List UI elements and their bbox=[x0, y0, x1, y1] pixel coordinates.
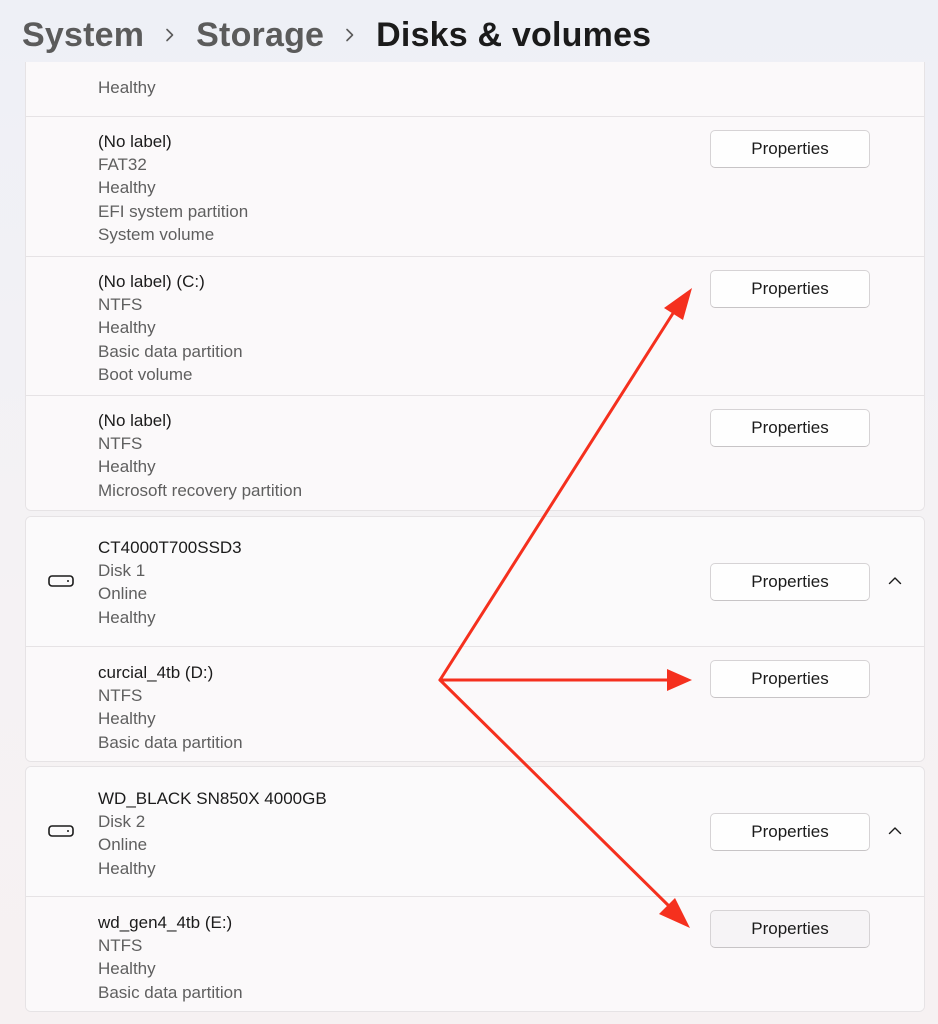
properties-button[interactable]: Properties bbox=[710, 660, 870, 698]
volume-status: Healthy bbox=[98, 318, 156, 338]
volume-partition-type: Basic data partition bbox=[98, 982, 243, 1002]
disk-0-card: Healthy (No label) FAT32 Healthy EFI sys… bbox=[25, 62, 925, 511]
volume-role: System volume bbox=[98, 224, 215, 244]
disk-1-card: CT4000T700SSD3 Disk 1 Online Healthy Pro… bbox=[25, 516, 925, 762]
volume-row: curcial_4tb (D:) NTFS Healthy Basic data… bbox=[26, 646, 924, 761]
properties-button[interactable]: Properties bbox=[710, 270, 870, 308]
chevron-up-icon[interactable] bbox=[886, 822, 904, 840]
disk-number: Disk 2 bbox=[98, 812, 146, 832]
settings-page: System Storage Disks & volumes Healthy (… bbox=[0, 0, 938, 1024]
volume-status: Healthy bbox=[98, 78, 156, 97]
disk-state: Online bbox=[98, 584, 148, 604]
volume-name: wd_gen4_4tb (E:) bbox=[98, 913, 233, 932]
properties-button[interactable]: Properties bbox=[710, 813, 870, 851]
volume-row: Healthy bbox=[26, 62, 924, 116]
breadcrumb-system[interactable]: System bbox=[22, 16, 144, 55]
disk-name: CT4000T700SSD3 bbox=[98, 538, 242, 557]
volume-status: Healthy bbox=[98, 457, 156, 477]
breadcrumb: System Storage Disks & volumes bbox=[22, 12, 651, 58]
disk-header-row[interactable]: WD_BLACK SN850X 4000GB Disk 2 Online Hea… bbox=[26, 767, 924, 896]
disk-header-row[interactable]: CT4000T700SSD3 Disk 1 Online Healthy Pro… bbox=[26, 517, 924, 646]
disk-number: Disk 1 bbox=[98, 561, 146, 581]
properties-button[interactable]: Properties bbox=[710, 130, 870, 168]
disk-2-card: WD_BLACK SN850X 4000GB Disk 2 Online Hea… bbox=[25, 766, 925, 1012]
volume-filesystem: NTFS bbox=[98, 686, 143, 706]
volume-partition-type: Microsoft recovery partition bbox=[98, 480, 303, 500]
volume-status: Healthy bbox=[98, 709, 156, 729]
volume-row: (No label) NTFS Healthy Microsoft recove… bbox=[26, 395, 924, 510]
chevron-up-icon[interactable] bbox=[886, 572, 904, 590]
volume-name: curcial_4tb (D:) bbox=[98, 663, 214, 682]
volume-partition-type: Basic data partition bbox=[98, 732, 243, 752]
volume-partition-type: Basic data partition bbox=[98, 341, 243, 361]
volume-row: wd_gen4_4tb (E:) NTFS Healthy Basic data… bbox=[26, 896, 924, 1011]
volume-filesystem: NTFS bbox=[98, 295, 143, 315]
properties-button[interactable]: Properties bbox=[710, 409, 870, 447]
volume-name: (No label) bbox=[98, 411, 172, 430]
page-title: Disks & volumes bbox=[376, 15, 652, 54]
volume-role: Boot volume bbox=[98, 364, 193, 384]
volume-name: (No label) (C:) bbox=[98, 272, 205, 291]
volume-name: (No label) bbox=[98, 132, 172, 151]
volume-filesystem: NTFS bbox=[98, 936, 143, 956]
drive-icon bbox=[48, 575, 74, 587]
volume-partition-type: EFI system partition bbox=[98, 201, 249, 221]
properties-button[interactable]: Properties bbox=[710, 563, 870, 601]
volume-filesystem: NTFS bbox=[98, 434, 143, 454]
properties-button[interactable]: Properties bbox=[710, 910, 870, 948]
disk-health: Healthy bbox=[98, 858, 156, 878]
volume-status: Healthy bbox=[98, 178, 156, 198]
breadcrumb-storage[interactable]: Storage bbox=[196, 16, 324, 55]
volume-filesystem: FAT32 bbox=[98, 155, 147, 175]
chevron-right-icon bbox=[324, 28, 376, 42]
disk-name: WD_BLACK SN850X 4000GB bbox=[98, 789, 327, 808]
volume-row: (No label) FAT32 Healthy EFI system part… bbox=[26, 116, 924, 256]
disk-health: Healthy bbox=[98, 607, 156, 627]
volume-row: (No label) (C:) NTFS Healthy Basic data … bbox=[26, 256, 924, 395]
disk-state: Online bbox=[98, 835, 148, 855]
chevron-right-icon bbox=[144, 28, 196, 42]
drive-icon bbox=[48, 825, 74, 837]
volume-status: Healthy bbox=[98, 959, 156, 979]
